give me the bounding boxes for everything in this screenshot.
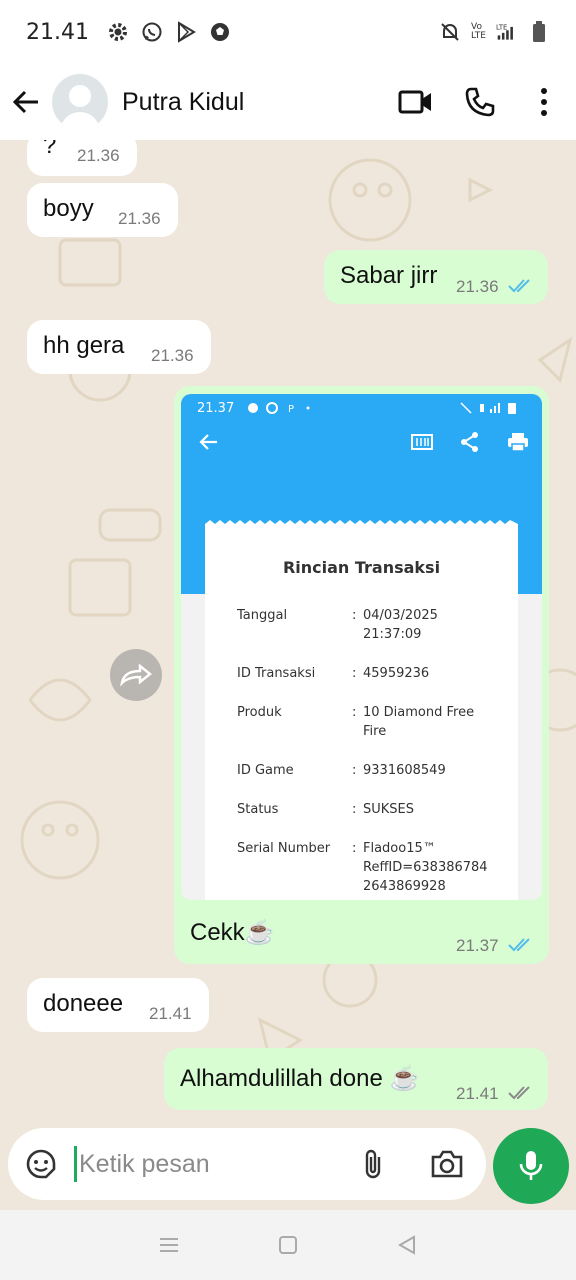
message-text: ? [43,140,57,159]
microphone-icon [519,1151,543,1180]
video-camera-icon [398,90,431,114]
settings-gear-icon [107,21,129,43]
receipt-value: 45959236 [363,666,430,681]
voice-record-button[interactable] [493,1128,569,1204]
arrow-back-icon [12,90,38,114]
receipt-label: Serial Number [237,841,331,856]
message-text: boyy [43,195,94,222]
incoming-message[interactable]: doneee 21.41 [27,978,209,1032]
receipt-separator: : [352,763,357,778]
camera-icon [431,1150,463,1178]
receipt-barcode-icon [411,434,433,450]
receipt-value: Fladoo15™ ReffID=638386784 2643869928 [363,841,488,894]
status-bar: 21.41 Vo LTE LTE [0,0,576,64]
outgoing-message[interactable]: Sabar jirr 21.36 [324,250,548,304]
system-nav-bar [0,1210,576,1280]
message-composer: Ketik pesan [8,1128,486,1200]
mute-bell-icon [439,21,461,43]
svg-text:LTE: LTE [496,23,507,31]
home-nav-icon[interactable] [277,1234,299,1256]
message-time: 21.41 [149,1004,192,1023]
menu-nav-icon[interactable] [158,1235,180,1255]
whatsapp-icon [141,21,163,43]
receipt-separator: : [352,802,357,817]
receipt-separator: : [352,666,357,681]
receipt-zigzag-edge [205,520,518,528]
avatar[interactable] [52,74,108,130]
sticker-emoji-icon [26,1149,56,1179]
message-time: 21.36 [118,209,161,228]
text-caret [74,1146,77,1182]
receipt-value: SUKSES [363,802,415,817]
receipt-status-right-icons [460,402,516,414]
message-time: 21.36 [456,277,499,296]
message-time: 21.41 [456,1084,499,1103]
incoming-message[interactable]: ? 21.36 [27,140,137,176]
receipt-print-icon [508,433,528,452]
back-nav-icon[interactable] [396,1234,418,1256]
message-input-placeholder: Ketik pesan [79,1149,210,1178]
read-ticks-icon [508,938,530,952]
more-vertical-icon [541,88,547,116]
football-icon [209,21,231,43]
receipt-card: Rincian Transaksi Tanggal : 04/03/2025 2… [205,520,518,900]
play-store-icon [175,21,197,43]
receipt-title: Rincian Transaksi [282,558,441,577]
delivered-ticks-icon [508,1086,530,1100]
message-text: Sabar jirr [340,262,438,289]
receipt-status-icons: P [248,402,310,415]
receipt-value: 04/03/2025 21:37:09 [363,608,438,642]
camera-button[interactable] [408,1128,486,1200]
read-ticks-icon [508,279,530,293]
receipt-label: Tanggal [237,608,288,623]
video-call-button[interactable] [384,64,448,140]
message-time: 21.37 [456,936,499,955]
battery-icon [528,21,550,43]
incoming-message[interactable]: boyy 21.36 [27,183,178,237]
message-text: Alhamdulillah done ☕ [180,1065,420,1092]
receipt-label: ID Transaksi [237,666,316,681]
message-text: hh gera [43,332,125,359]
receipt-separator: : [352,705,357,720]
phone-icon [465,87,495,117]
receipt-value: 9331608549 [363,763,446,778]
forward-arrow-icon [120,663,153,687]
contact-name[interactable]: Putra Kidul [122,88,384,117]
receipt-back-icon [199,434,217,450]
sticker-button[interactable] [8,1128,74,1200]
receipt-share-icon [461,432,478,452]
chat-header: Putra Kidul [0,64,576,140]
status-time: 21.41 [26,19,89,45]
chat-area[interactable]: ? 21.36 boyy 21.36 Sabar jirr 21.36 hh g… [0,140,576,1130]
signal-icon: LTE [496,21,518,43]
message-text: Cekk☕ [190,919,275,946]
back-button[interactable] [0,64,52,140]
voice-call-button[interactable] [448,64,512,140]
receipt-image[interactable]: 21.37 P Rincian Transaksi Tanggal : 04/0… [181,394,542,900]
paperclip-icon [365,1149,381,1179]
message-text: doneee [43,990,124,1017]
receipt-label: Status [237,802,279,817]
more-options-button[interactable] [512,64,576,140]
svg-text:P: P [288,404,294,415]
receipt-label: ID Game [237,763,294,778]
receipt-status-time: 21.37 [197,400,235,416]
attach-button[interactable] [338,1128,408,1200]
message-time: 21.36 [151,346,194,365]
incoming-message[interactable]: hh gera 21.36 [27,320,211,374]
message-time: 21.36 [77,146,120,165]
receipt-separator: : [352,608,357,623]
volte-label: Vo LTE [471,22,486,41]
receipt-status-bar: 21.37 P [181,394,542,422]
outgoing-message[interactable]: Alhamdulillah done ☕ 21.41 [164,1048,548,1110]
receipt-label: Produk [237,705,282,720]
receipt-value: 10 Diamond Free Fire [363,705,475,739]
message-input[interactable]: Ketik pesan [74,1128,338,1200]
receipt-separator: : [352,841,357,856]
forward-button[interactable] [110,649,162,701]
